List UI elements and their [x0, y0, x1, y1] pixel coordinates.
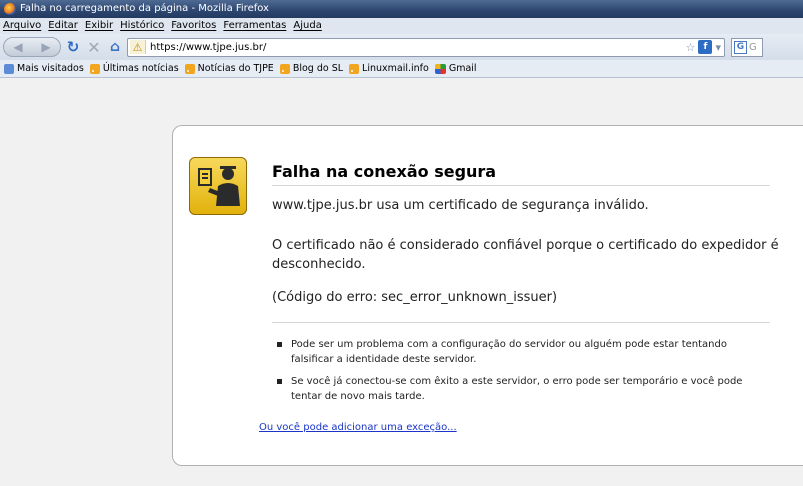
google-search-icon[interactable]: G: [734, 40, 747, 54]
error-title: Falha na conexão segura: [272, 162, 770, 186]
bookmark-star-icon[interactable]: ☆: [686, 41, 696, 54]
menu-ajuda[interactable]: Ajuda: [293, 18, 321, 34]
url-text[interactable]: https://www.tjpe.jus.br/: [150, 42, 266, 53]
back-forward-buttons[interactable]: ◀ ▶: [3, 37, 61, 57]
rss-feed-icon: [349, 63, 360, 74]
error-panel: Falha na conexão segura www.tjpe.jus.br …: [172, 125, 803, 466]
back-arrow-icon[interactable]: ◀: [13, 40, 22, 54]
page-content: Falha na conexão segura www.tjpe.jus.br …: [0, 79, 803, 486]
forward-arrow-icon[interactable]: ▶: [41, 40, 50, 54]
security-officer-icon: [189, 157, 247, 215]
error-details-list: Pode ser um problema com a configuração …: [277, 337, 747, 411]
rss-feed-icon: [89, 63, 100, 74]
window-titlebar: Falha no carregamento da página - Mozill…: [0, 0, 803, 18]
search-box[interactable]: G G: [731, 37, 763, 57]
site-warning-icon[interactable]: ⚠: [130, 40, 146, 54]
bookmark-ultimas-noticias[interactable]: Últimas notícias: [89, 63, 179, 74]
search-placeholder: G: [749, 41, 757, 53]
menu-historico[interactable]: Histórico: [120, 18, 164, 34]
addon-button-icon[interactable]: f: [698, 40, 713, 54]
error-message-issuer: O certificado não é considerado confiáve…: [272, 238, 779, 272]
rss-feed-icon: [184, 63, 195, 74]
list-item: Pode ser um problema com a configuração …: [277, 337, 747, 367]
bookmark-linuxmail[interactable]: Linuxmail.info: [349, 63, 429, 74]
rss-feed-icon: [279, 63, 290, 74]
bookmark-mais-visitados[interactable]: Mais visitados: [4, 63, 84, 74]
firefox-icon: [4, 3, 16, 15]
menu-ferramentas[interactable]: Ferramentas: [223, 18, 286, 34]
home-icon[interactable]: ⌂: [106, 37, 124, 57]
bookmark-gmail[interactable]: Gmail: [434, 63, 477, 74]
error-message-cert: www.tjpe.jus.br usa um certificado de se…: [272, 198, 649, 213]
bookmark-noticias-tjpe[interactable]: Notícias do TJPE: [184, 63, 274, 74]
error-code: (Código do erro: sec_error_unknown_issue…: [272, 290, 558, 305]
menu-editar[interactable]: Editar: [48, 18, 78, 34]
url-bar[interactable]: ⚠ https://www.tjpe.jus.br/ ☆ f ▾: [127, 37, 725, 57]
menu-favoritos[interactable]: Favoritos: [171, 18, 216, 34]
reload-icon[interactable]: ↻: [64, 37, 82, 57]
add-exception-link[interactable]: Ou você pode adicionar uma exceção...: [259, 422, 457, 433]
most-visited-icon: [4, 63, 14, 74]
bookmark-blog-do-sl[interactable]: Blog do SL: [279, 63, 343, 74]
navigation-toolbar: ◀ ▶ ↻ ✕ ⌂ ⚠ https://www.tjpe.jus.br/ ☆ f…: [0, 34, 803, 60]
menu-bar: Arquivo Editar Exibir Histórico Favorito…: [0, 18, 803, 34]
bookmarks-toolbar: Mais visitados Últimas notícias Notícias…: [0, 60, 803, 78]
dropdown-chevron-icon[interactable]: ▾: [715, 41, 721, 54]
stop-icon[interactable]: ✕: [85, 37, 103, 57]
window-title: Falha no carregamento da página - Mozill…: [20, 3, 269, 14]
menu-exibir[interactable]: Exibir: [85, 18, 113, 34]
list-item: Se você já conectou-se com êxito a este …: [277, 374, 747, 404]
gmail-icon: [434, 63, 446, 74]
menu-arquivo[interactable]: Arquivo: [3, 18, 41, 34]
divider: [272, 322, 770, 323]
